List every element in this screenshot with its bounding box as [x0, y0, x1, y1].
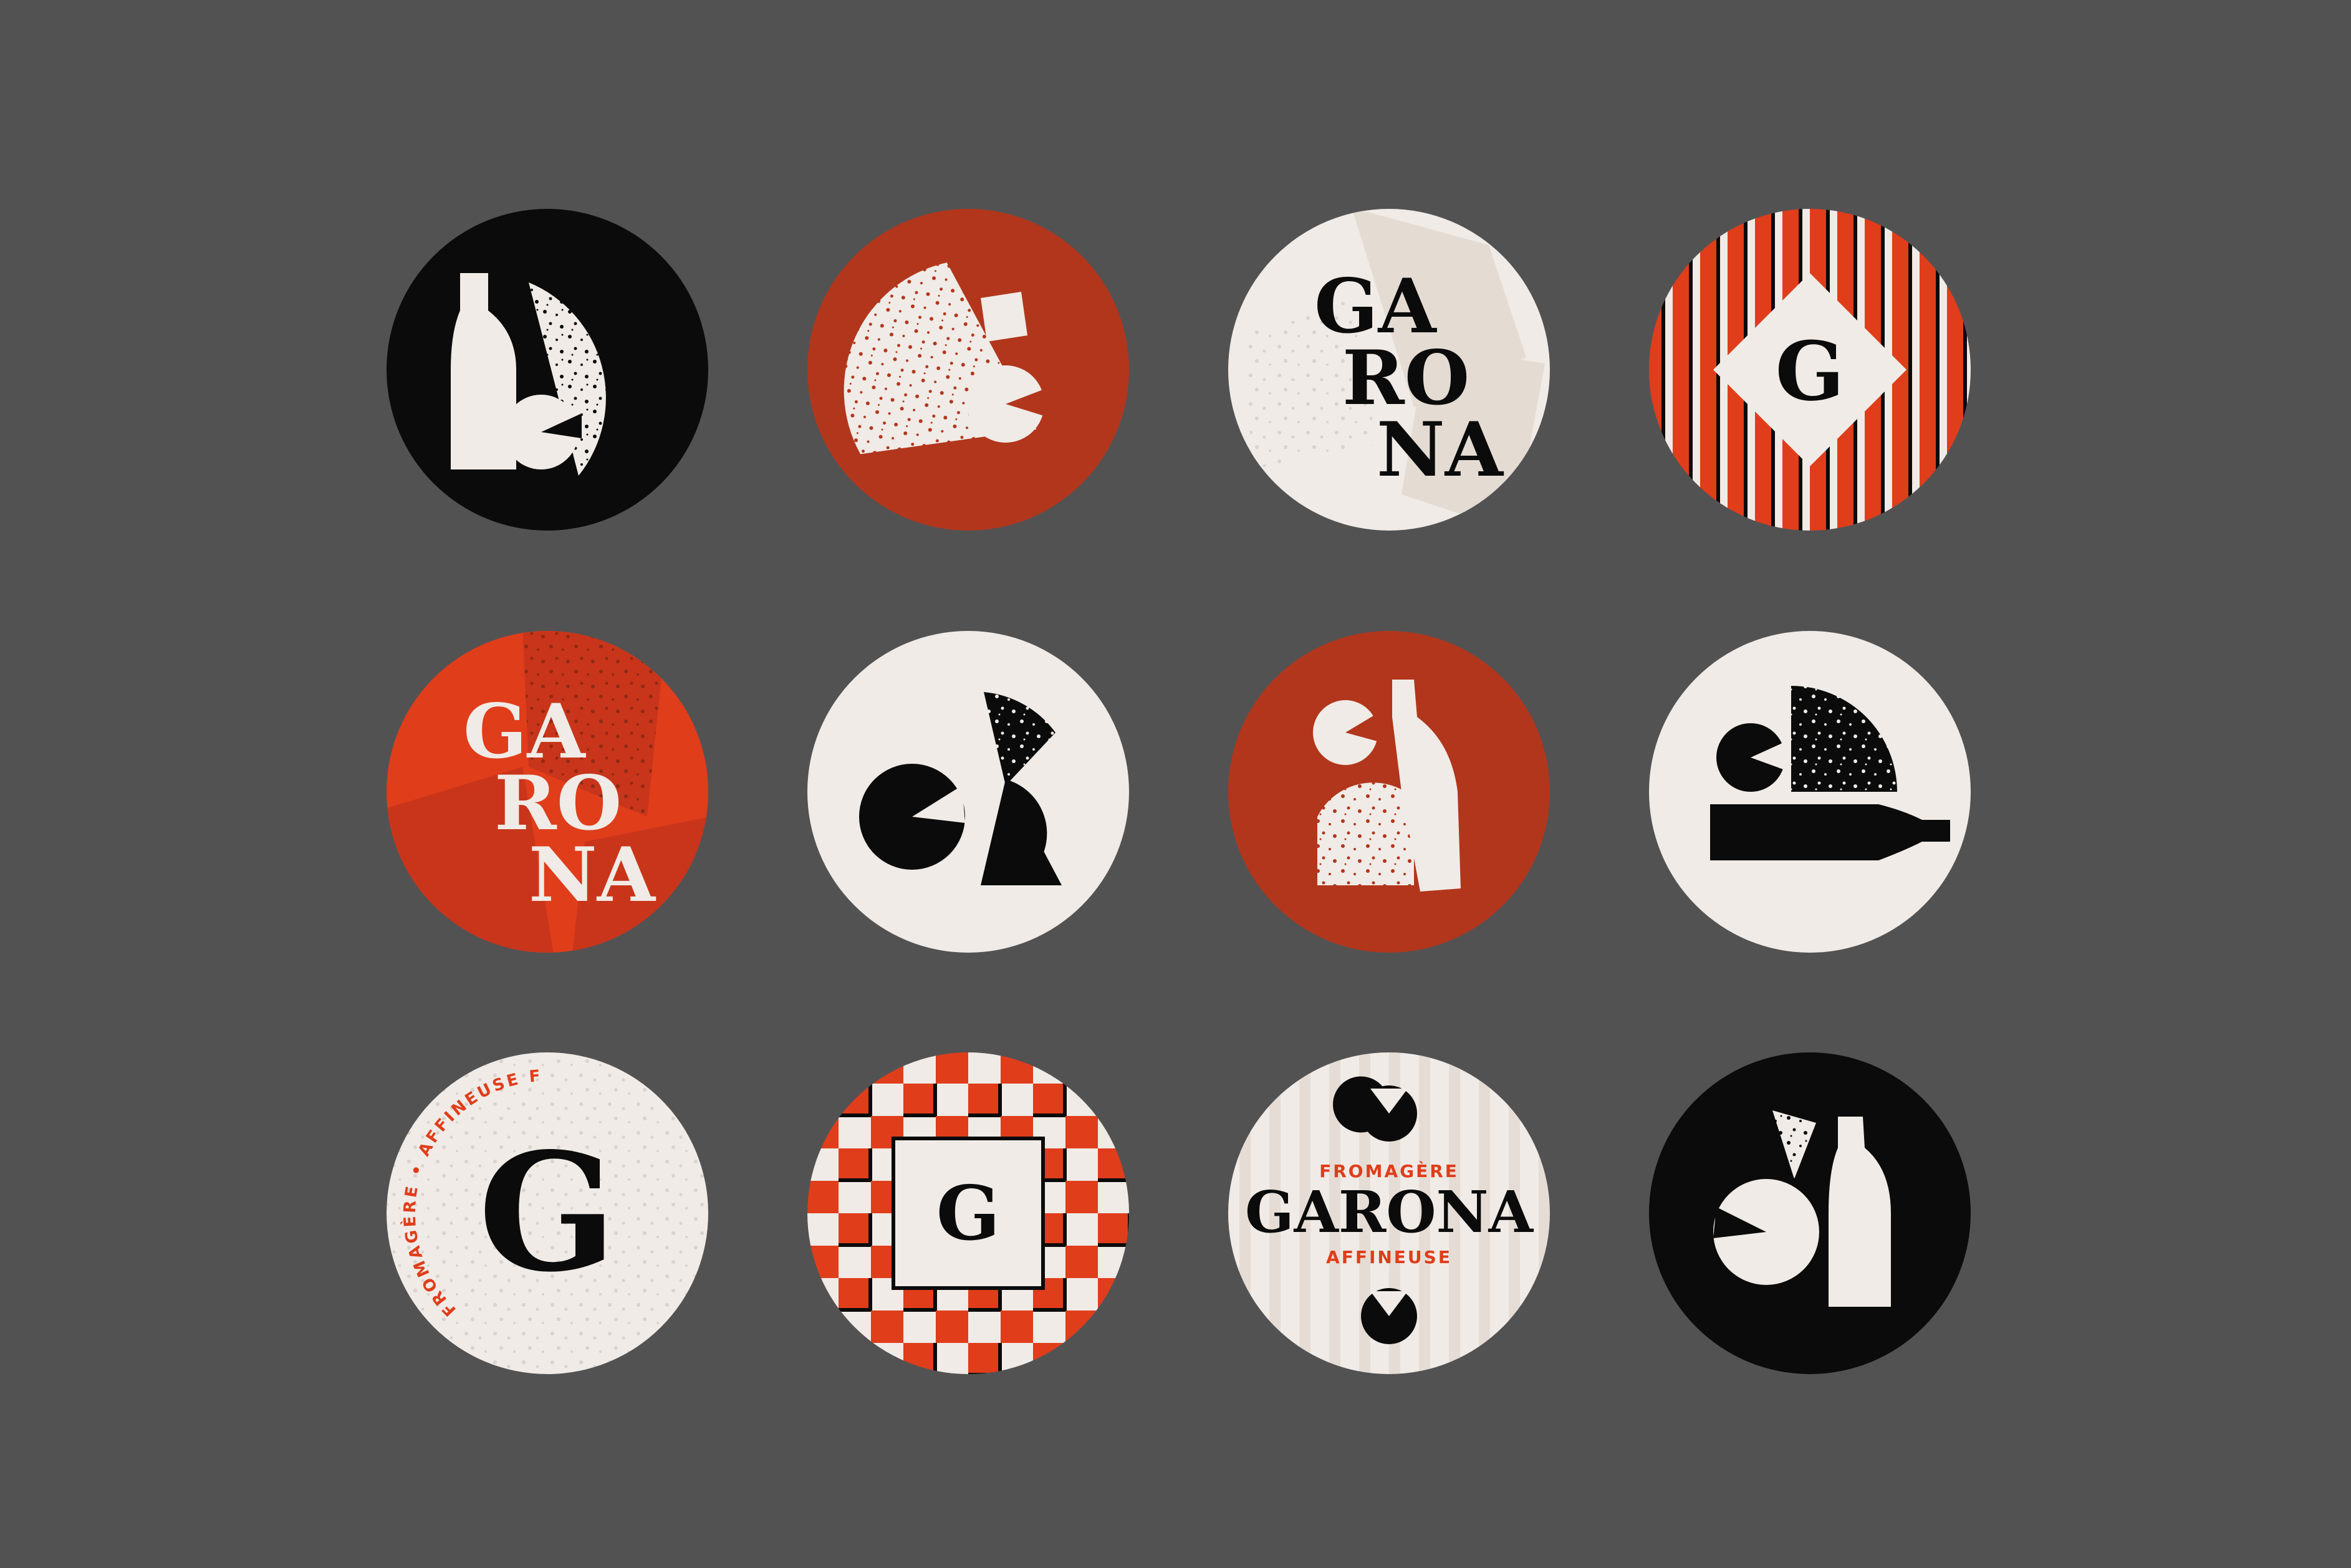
sticker-monogram-checkered: G	[807, 1052, 1129, 1374]
sticker-wordmark-stacked-red: GA RO NA	[387, 631, 708, 953]
sticker-bottle-cheese-black-2	[1649, 1052, 1971, 1374]
sticker-sheet: GA RO NA G GA RO NA FROMAGÈRE • AFFINEUS…	[387, 209, 1971, 1374]
monogram-g: G	[1775, 324, 1844, 419]
wordmark-line-na: NA	[529, 831, 656, 919]
sticker-wordmark-stacked-cream: GA RO NA	[1228, 209, 1550, 531]
sticker-monogram-ring-text: FROMAGÈRE • AFFINEUSE FROMAGERIE CRÈMERI…	[387, 1052, 708, 1374]
sticker-bottle-lying-cream	[1649, 631, 1971, 953]
sticker-shapes-cream	[807, 631, 1129, 953]
sticker-wordmark-horizontal: FROMAGÈRE GARONA AFFINEUSE	[1228, 1052, 1550, 1374]
wordmark-line-na: NA	[1377, 406, 1504, 494]
wordmark-garona: GARONA	[1245, 1178, 1534, 1246]
label-affineuse: AFFINEUSE	[1326, 1247, 1452, 1267]
sticker-board: GA RO NA G GA RO NA FROMAGÈRE • AFFINEUS…	[0, 0, 2351, 1568]
sticker-cheese-bottle-rust	[1228, 631, 1550, 953]
sticker-monogram-stripes: G	[1649, 209, 1971, 531]
sticker-cheese-wedge-rust	[807, 209, 1129, 531]
monogram-g: G	[478, 1118, 617, 1308]
monogram-g: G	[936, 1170, 1000, 1258]
sticker-bottle-cheese-black	[387, 209, 708, 531]
